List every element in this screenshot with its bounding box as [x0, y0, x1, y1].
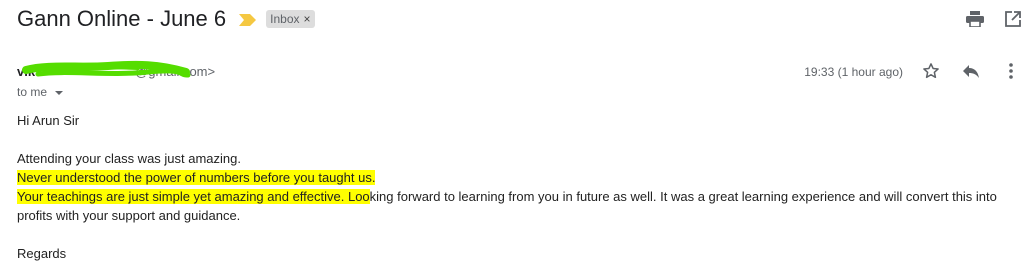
- inbox-label-chip[interactable]: Inbox ×: [266, 10, 315, 28]
- more-vert-icon[interactable]: [1001, 61, 1021, 81]
- message-timestamp: 19:33 (1 hour ago): [804, 65, 903, 79]
- subject-row: Gann Online - June 6 Inbox ×: [17, 6, 315, 32]
- to-label: to me: [17, 85, 48, 99]
- body-line-2-highlight: Never understood the power of numbers be…: [17, 170, 376, 185]
- closing: Regards: [17, 246, 67, 261]
- expand-details-icon[interactable]: [55, 90, 64, 95]
- message-body: Hi Arun Sir Attending your class was jus…: [17, 111, 1012, 263]
- body-line-1: Attending your class was just amazing.: [17, 151, 241, 166]
- thread-toolbar: [965, 9, 1023, 29]
- inbox-label-text: Inbox: [270, 12, 300, 26]
- message-actions: [921, 61, 1021, 81]
- importance-marker-icon[interactable]: [239, 14, 257, 26]
- email-subject: Gann Online - June 6: [17, 6, 227, 31]
- sender-email: @gmail.com>: [135, 64, 216, 79]
- sender-line: vik @gmail.com>: [17, 64, 215, 79]
- open-in-new-window-icon[interactable]: [1003, 9, 1023, 29]
- reply-icon[interactable]: [961, 61, 981, 81]
- sender-name[interactable]: vik: [17, 64, 35, 79]
- star-icon[interactable]: [921, 61, 941, 81]
- body-line-3-highlight: Your teachings are just simple yet amazi…: [17, 189, 370, 204]
- print-icon[interactable]: [965, 9, 985, 29]
- greeting: Hi Arun Sir: [17, 113, 80, 128]
- remove-label-icon[interactable]: ×: [304, 12, 311, 26]
- recipients-toggle[interactable]: to me: [17, 85, 64, 99]
